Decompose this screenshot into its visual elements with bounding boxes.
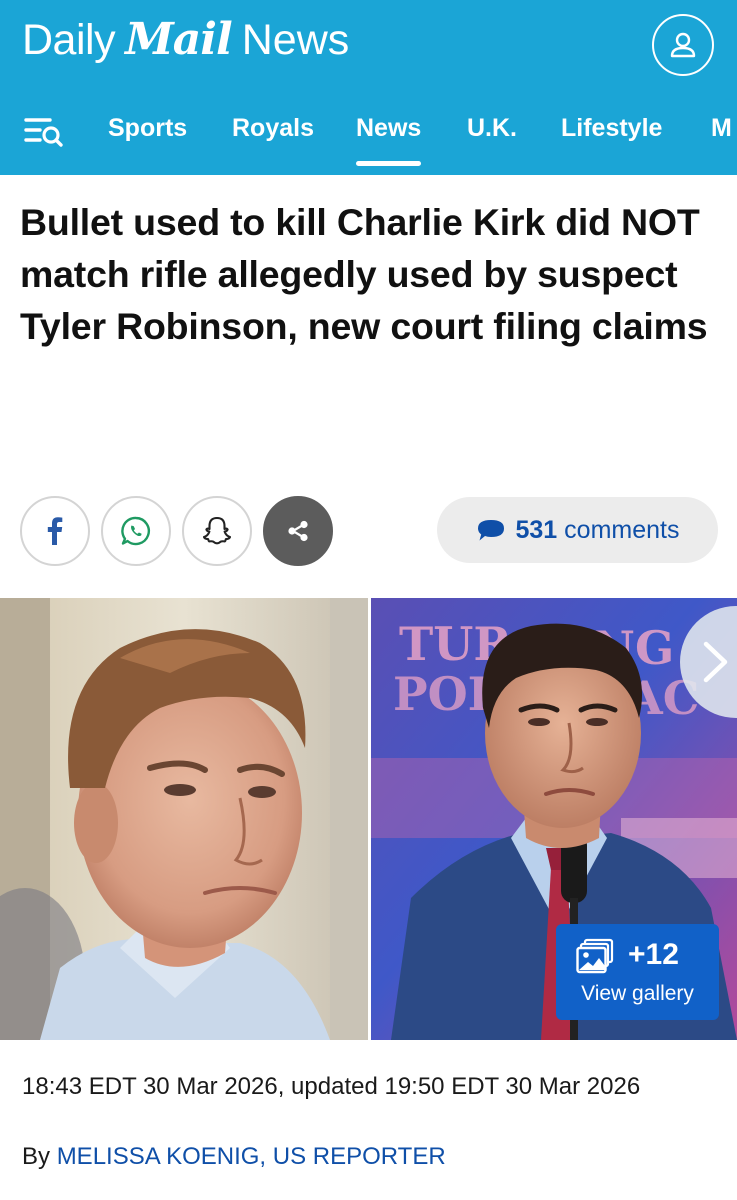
- logo-daily: Daily: [22, 16, 116, 64]
- nav-item-royals[interactable]: Royals: [232, 114, 314, 143]
- gallery-label: View gallery: [581, 982, 694, 1005]
- more-share-button[interactable]: [263, 496, 333, 566]
- account-button[interactable]: [652, 14, 714, 76]
- view-gallery-button[interactable]: +12 View gallery: [556, 924, 719, 1020]
- snapchat-icon: [202, 516, 232, 545]
- gallery-count: +12: [628, 938, 679, 971]
- nav-item-news[interactable]: News: [356, 114, 422, 166]
- site-header: Daily Mail News Sports Royals News U.K. …: [0, 0, 737, 175]
- publish-date: 18:43 EDT 30 Mar 2026, updated 19:50 EDT…: [22, 1073, 641, 1100]
- share-icon: [288, 520, 308, 542]
- comment-count: 531: [515, 515, 558, 544]
- site-logo[interactable]: Daily Mail News: [22, 14, 349, 70]
- logo-mail: Mail: [125, 14, 233, 65]
- speech-bubble-icon: [477, 520, 504, 541]
- author-link[interactable]: MELISSA KOENIG, US REPORTER: [57, 1143, 446, 1170]
- facebook-share-button[interactable]: [20, 496, 90, 566]
- backdrop-text-3: POI: [393, 667, 489, 721]
- byline: By MELISSA KOENIG, US REPORTER: [22, 1140, 446, 1173]
- byline-prefix: By: [22, 1143, 51, 1170]
- logo-news: News: [241, 16, 350, 64]
- suspect-photo: [0, 598, 368, 1040]
- section-nav: Sports Royals News U.K. Lifestyle M: [0, 98, 737, 168]
- whatsapp-share-button[interactable]: [101, 496, 171, 566]
- gallery-icon: [576, 938, 614, 974]
- comment-label: comments: [564, 515, 680, 544]
- user-icon: [670, 32, 696, 58]
- facebook-icon: [47, 517, 63, 545]
- nav-item-more[interactable]: M: [711, 114, 732, 143]
- nav-item-lifestyle[interactable]: Lifestyle: [561, 114, 662, 143]
- snapchat-share-button[interactable]: [182, 496, 252, 566]
- comments-count-label: 531 comments: [516, 516, 680, 545]
- whatsapp-icon: [121, 516, 150, 546]
- menu-search-icon[interactable]: [24, 114, 66, 150]
- article-headline: Bullet used to kill Charlie Kirk did NOT…: [20, 201, 708, 347]
- nav-item-sports[interactable]: Sports: [108, 114, 187, 143]
- article-image-gallery[interactable]: TUR NG POI AC +12 View gallery: [0, 598, 737, 1040]
- nav-item-uk[interactable]: U.K.: [467, 114, 517, 143]
- chevron-right-icon: [703, 641, 728, 683]
- comments-button[interactable]: 531 comments: [437, 497, 718, 563]
